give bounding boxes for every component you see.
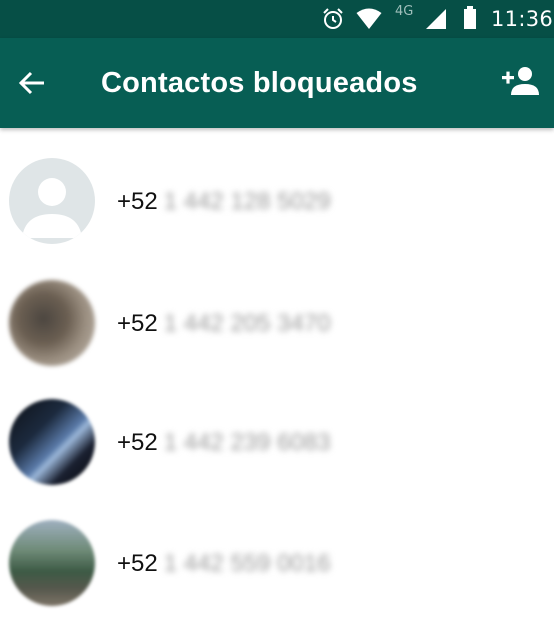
wifi-icon (356, 8, 382, 29)
status-bar: 4G 11:36 (0, 0, 554, 38)
alarm-icon (323, 8, 343, 29)
phone-country-code: +52 (117, 310, 158, 337)
contact-phone: +52 1 442 239 6083 (117, 429, 331, 457)
phone-number-blurred: 1 442 239 6083 (163, 429, 331, 456)
phone-number-blurred: 1 442 559 0016 (163, 550, 331, 577)
phone-country-code: +52 (117, 188, 158, 215)
clock-time: 11:36 (491, 7, 554, 31)
phone-country-code: +52 (117, 429, 158, 456)
battery-icon (464, 6, 476, 29)
contact-row[interactable]: +52 1 442 559 0016 (0, 508, 554, 628)
signal-icon (426, 9, 446, 29)
network-type-label: 4G (395, 4, 414, 19)
default-avatar-icon (9, 158, 95, 244)
phone-number-blurred: 1 442 128 5029 (163, 188, 331, 215)
app-toolbar: Contactos bloqueados (0, 38, 554, 128)
add-contact-icon[interactable] (502, 66, 540, 96)
contact-phone: +52 1 442 205 3470 (117, 310, 331, 338)
contact-avatar (9, 520, 95, 606)
contact-phone: +52 1 442 559 0016 (117, 550, 331, 578)
back-arrow-icon[interactable] (17, 68, 47, 98)
contact-avatar (9, 280, 95, 366)
contact-phone: +52 1 442 128 5029 (117, 188, 331, 216)
contact-row[interactable]: +52 1 442 128 5029 (0, 146, 554, 266)
page-title: Contactos bloqueados (101, 67, 418, 99)
contact-row[interactable]: +52 1 442 205 3470 (0, 268, 554, 388)
phone-number-blurred: 1 442 205 3470 (163, 310, 331, 337)
contact-row[interactable]: +52 1 442 239 6083 (0, 387, 554, 507)
contact-avatar (9, 399, 95, 485)
phone-country-code: +52 (117, 550, 158, 577)
